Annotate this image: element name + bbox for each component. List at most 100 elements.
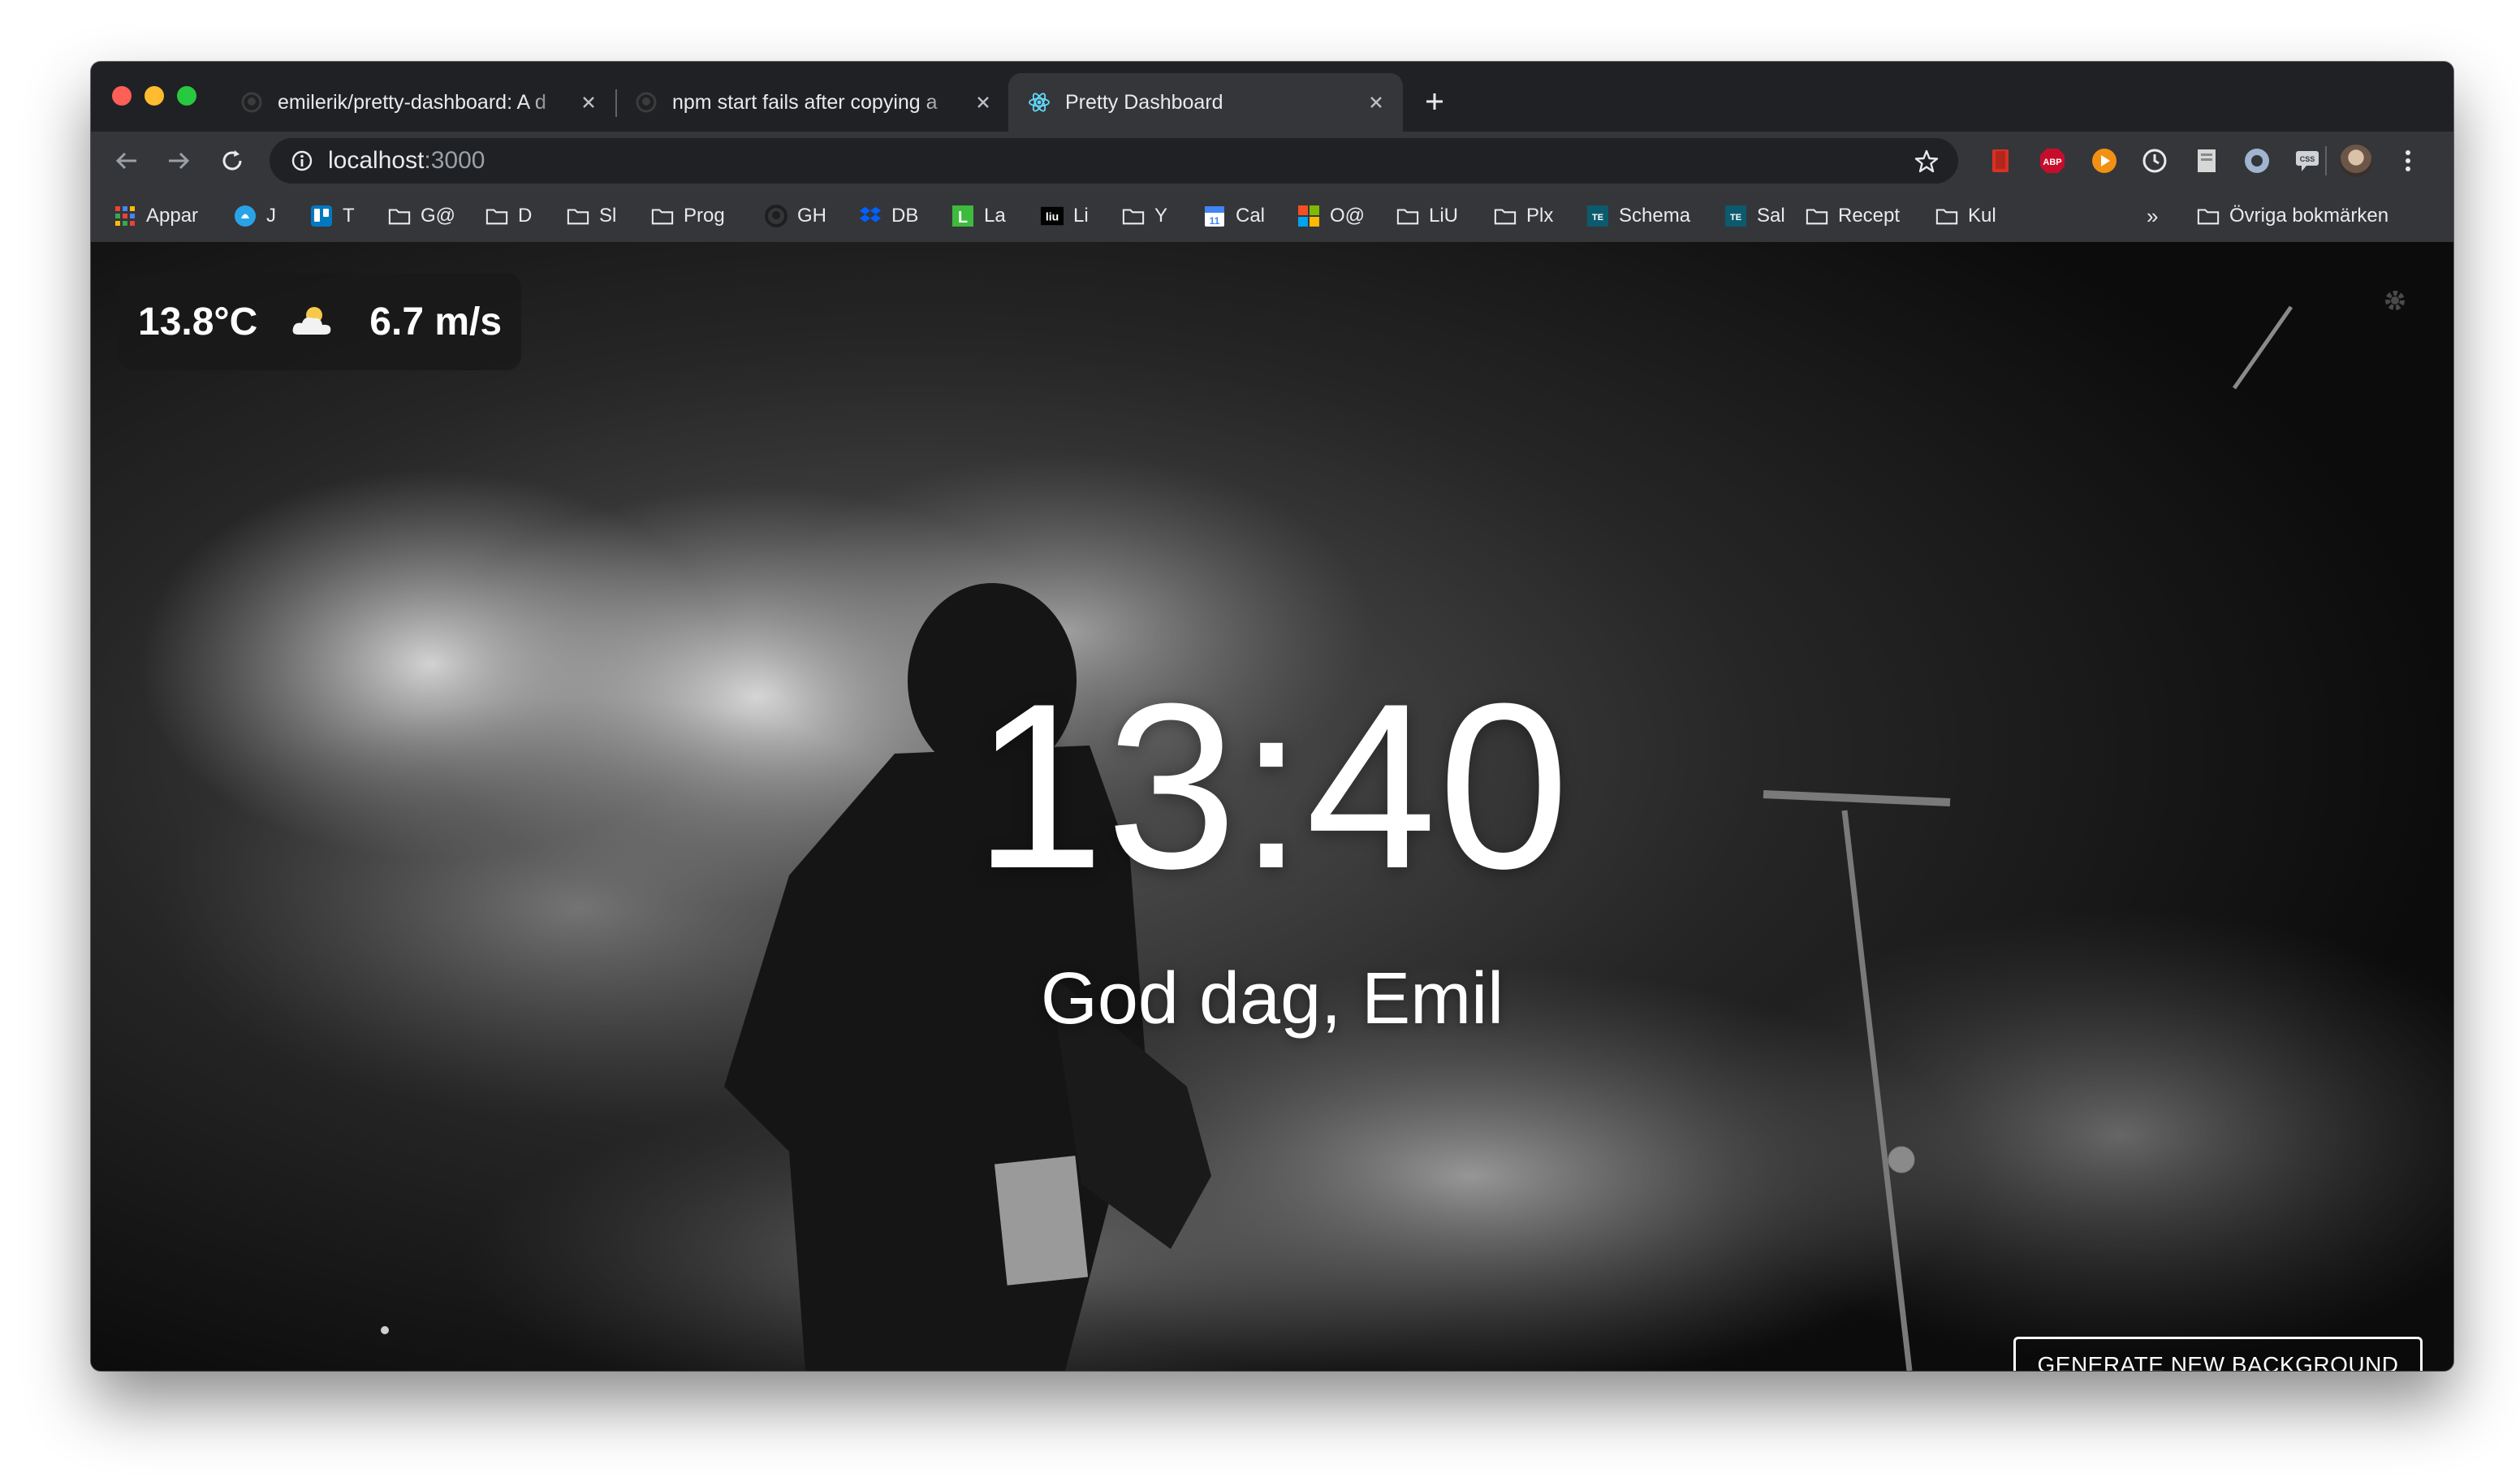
bookmark-label: G@	[421, 205, 456, 227]
arrow-left-icon	[115, 152, 136, 170]
minimize-window-button[interactable]	[145, 86, 164, 106]
microsoft-icon	[1297, 205, 1320, 227]
bookmark-sal[interactable]: TE Sal	[1724, 201, 1785, 231]
folder-icon	[567, 205, 589, 227]
address-bar[interactable]: localhost:3000	[270, 138, 1958, 184]
bookmark-g[interactable]: G@	[388, 201, 455, 231]
tab-title: npm start fails after copying a	[672, 90, 938, 114]
folder-icon	[388, 205, 411, 227]
close-icon[interactable]	[578, 92, 599, 113]
bookmark-label: Plx	[1526, 205, 1554, 227]
folder-icon	[2197, 205, 2220, 227]
bookmark-o[interactable]: O@	[1297, 201, 1365, 231]
partly-cloudy-icon	[292, 307, 331, 335]
settings-gear-icon[interactable]	[2379, 284, 2411, 317]
css-ext-icon[interactable]: CSS	[2293, 146, 2322, 175]
plus-icon	[1426, 93, 1443, 110]
bookmark-label: Li	[1073, 205, 1089, 227]
dropbox-icon	[859, 205, 882, 227]
bookmark-schema[interactable]: TE Schema	[1586, 201, 1690, 231]
github-icon	[635, 91, 658, 114]
other-bookmarks[interactable]: Övriga bokmärken	[2197, 201, 2388, 231]
bookmark-la[interactable]: L La	[951, 201, 1006, 231]
address-url: localhost:3000	[328, 147, 485, 174]
folder-icon	[1806, 205, 1828, 227]
adblock-plus-icon[interactable]: ABP	[2038, 146, 2067, 175]
generate-background-button[interactable]: GENERATE NEW BACKGROUND	[2013, 1337, 2423, 1371]
bookmark-prog[interactable]: Prog	[651, 201, 725, 231]
bookmark-star-icon[interactable]	[1913, 148, 1940, 175]
green-l-icon: L	[951, 205, 974, 227]
tab-pretty-dashboard[interactable]: Pretty Dashboard	[1008, 73, 1403, 132]
page-ext-icon[interactable]	[2192, 146, 2221, 175]
folder-icon	[1396, 205, 1419, 227]
arrow-right-icon	[169, 152, 190, 170]
bookmark-kul[interactable]: Kul	[1935, 201, 1996, 231]
bookmark-liu[interactable]: LiU	[1396, 201, 1458, 231]
svg-text:CSS: CSS	[2300, 155, 2315, 163]
timer-ext-icon[interactable]	[2140, 146, 2169, 175]
svg-text:ABP: ABP	[2043, 158, 2061, 167]
info-icon[interactable]	[291, 149, 313, 172]
menu-dots-icon[interactable]	[2393, 146, 2423, 175]
wind-speed: 6.7 m/s	[369, 300, 503, 344]
tab-github-repo[interactable]: emilerik/pretty-dashboard: A d	[221, 73, 615, 132]
close-window-button[interactable]	[112, 86, 132, 106]
apps-grid-icon	[114, 205, 136, 227]
bookmark-label: T	[343, 205, 355, 227]
folder-icon	[1494, 205, 1517, 227]
bookmark-ext-icon[interactable]	[1986, 146, 2015, 175]
bookmark-plx[interactable]: Plx	[1494, 201, 1553, 231]
bookmark-label: D	[518, 205, 533, 227]
browser-window: emilerik/pretty-dashboard: A d npm start…	[91, 62, 2453, 1371]
bookmark-label: Sal	[1757, 205, 1785, 227]
bookmark-li[interactable]: liu Li	[1041, 201, 1089, 231]
svg-text:11: 11	[1210, 215, 1220, 227]
bookmark-label: Appar	[146, 205, 199, 227]
tab-github-issue[interactable]: npm start fails after copying a	[615, 73, 1010, 132]
bookmarks-overflow-button[interactable]: »	[2147, 201, 2158, 231]
tab-title: emilerik/pretty-dashboard: A d	[278, 90, 546, 114]
bookmark-recept[interactable]: Recept	[1806, 201, 1900, 231]
new-tab-button[interactable]	[1416, 83, 1453, 120]
bookmark-d[interactable]: D	[485, 201, 532, 231]
bookmark-gh[interactable]: GH	[765, 201, 826, 231]
calendar-icon: 11	[1203, 205, 1226, 227]
close-icon[interactable]	[973, 92, 994, 113]
browser-toolbar: localhost:3000 ABP CSS	[91, 132, 2453, 190]
bookmark-label: Prog	[684, 205, 725, 227]
bookmark-sl[interactable]: Sl	[567, 201, 616, 231]
bookmark-label: O@	[1330, 205, 1366, 227]
bookmark-cal[interactable]: 11 Cal	[1203, 201, 1265, 231]
svg-text:TE: TE	[1730, 213, 1741, 223]
bookmark-label: Kul	[1968, 205, 1996, 227]
bookmark-label: Cal	[1236, 205, 1266, 227]
blue-circle-icon	[234, 205, 257, 227]
svg-text:TE: TE	[1592, 213, 1603, 223]
bookmark-label: Schema	[1619, 205, 1691, 227]
reload-button[interactable]	[218, 146, 247, 175]
bookmark-y[interactable]: Y	[1122, 201, 1167, 231]
bookmark-label: Övriga bokmärken	[2229, 205, 2389, 227]
zoom-window-button[interactable]	[177, 86, 196, 106]
bookmark-appar[interactable]: Appar	[114, 201, 198, 231]
bookmarks-bar: Appar J T G@ D Sl Prog GH DB L La liu Li…	[91, 190, 2453, 243]
bookmark-t[interactable]: T	[310, 201, 355, 231]
bookmark-label: LiU	[1429, 205, 1459, 227]
circle-ext-icon[interactable]	[2242, 146, 2272, 175]
bookmark-j[interactable]: J	[234, 201, 276, 231]
toolbar-separator	[2325, 146, 2327, 175]
bookmark-label: J	[266, 205, 276, 227]
github-icon	[765, 205, 788, 227]
close-icon[interactable]	[1366, 92, 1387, 113]
clock-time: 13:40	[973, 655, 1571, 918]
play-ext-icon[interactable]	[2090, 146, 2119, 175]
folder-icon	[651, 205, 674, 227]
back-button[interactable]	[112, 146, 141, 175]
forward-button[interactable]	[164, 146, 193, 175]
reload-icon	[222, 150, 242, 171]
bookmark-label: DB	[891, 205, 919, 227]
profile-avatar[interactable]	[2340, 145, 2372, 177]
folder-icon	[1122, 205, 1145, 227]
bookmark-db[interactable]: DB	[859, 201, 918, 231]
